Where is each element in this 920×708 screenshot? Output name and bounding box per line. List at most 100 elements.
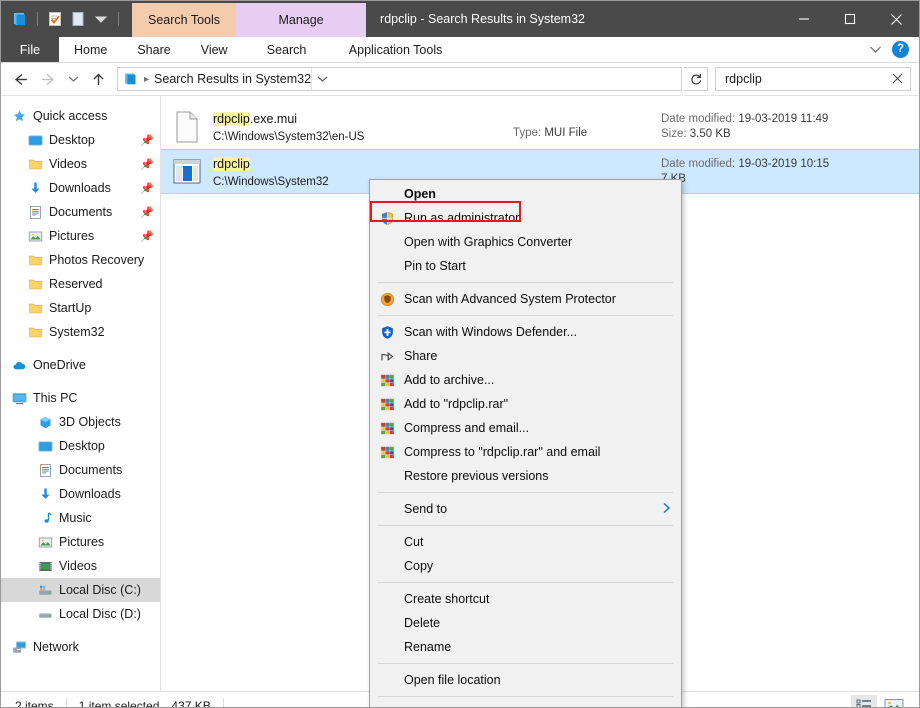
- sidebar-item-pictures-pc[interactable]: Pictures: [1, 530, 160, 554]
- contextual-tab-search-tools[interactable]: Search Tools: [132, 3, 236, 37]
- sidebar-item-pictures-qa[interactable]: Pictures 📌: [1, 224, 160, 248]
- menu-item-add-to-rar[interactable]: Add to "rdpclip.rar": [370, 392, 681, 416]
- orange-shield-icon: [376, 292, 398, 307]
- menu-item-run-as-administrator[interactable]: Run as administrator: [370, 206, 681, 230]
- sidebar-item-this-pc[interactable]: This PC: [1, 386, 160, 410]
- size-value: 3.50 KB: [690, 128, 731, 140]
- ribbon-tab-application-tools[interactable]: Application Tools: [331, 37, 461, 62]
- sidebar-item-startup[interactable]: StartUp: [1, 296, 160, 320]
- winrar-icon: [376, 445, 398, 460]
- new-folder-icon[interactable]: [69, 10, 87, 28]
- this-pc-icon: [11, 390, 27, 406]
- menu-item-share[interactable]: Share: [370, 344, 681, 368]
- search-box[interactable]: [715, 67, 911, 91]
- menu-separator: [378, 315, 673, 316]
- menu-item-label: Compress and email...: [398, 421, 529, 435]
- sidebar-item-label: Documents: [49, 205, 112, 219]
- minimize-button[interactable]: [781, 1, 827, 37]
- ribbon-tab-file[interactable]: File: [1, 37, 59, 62]
- menu-item-scan-with-advanced-system-protector[interactable]: Scan with Advanced System Protector: [370, 287, 681, 311]
- videos-icon: [37, 558, 53, 574]
- sidebar-item-onedrive[interactable]: OneDrive: [1, 353, 160, 377]
- sidebar-item-music[interactable]: Music: [1, 506, 160, 530]
- menu-item-cut[interactable]: Cut: [370, 530, 681, 554]
- search-input[interactable]: [723, 71, 889, 87]
- ribbon-tab-home[interactable]: Home: [59, 37, 122, 62]
- mui-file-icon: [171, 110, 203, 144]
- sidebar-item-network[interactable]: Network: [1, 635, 160, 659]
- sidebar-item-quick-access[interactable]: Quick access: [1, 104, 160, 128]
- file-meta-cell: Date modified: 19-03-2019 11:49 Size: 3.…: [661, 113, 919, 140]
- sidebar-item-3d-objects[interactable]: 3D Objects: [1, 410, 160, 434]
- ribbon-tab-share[interactable]: Share: [122, 37, 185, 62]
- sidebar-item-reserved[interactable]: Reserved: [1, 272, 160, 296]
- sidebar-item-photos-recovery[interactable]: Photos Recovery: [1, 248, 160, 272]
- ribbon-tab-search[interactable]: Search: [243, 37, 331, 62]
- menu-item-scan-with-windows-defender[interactable]: Scan with Windows Defender...: [370, 320, 681, 344]
- selection-size: 437 KB: [171, 699, 222, 708]
- pin-icon[interactable]: 📌: [140, 182, 154, 195]
- file-name-rest: .exe.mui: [250, 112, 297, 126]
- address-path-field[interactable]: ▸ Search Results in System32: [117, 67, 682, 91]
- menu-item-compress-and-email[interactable]: Compress and email...: [370, 416, 681, 440]
- large-icons-view-button[interactable]: [881, 695, 907, 708]
- quick-access-toolbar: [1, 1, 128, 37]
- menu-item-restore-previous-versions[interactable]: Restore previous versions: [370, 464, 681, 488]
- back-arrow-icon[interactable]: [7, 66, 33, 92]
- menu-item-open-with-graphics-converter[interactable]: Open with Graphics Converter: [370, 230, 681, 254]
- sidebar-item-label: Desktop: [49, 133, 95, 147]
- menu-item-create-shortcut[interactable]: Create shortcut: [370, 587, 681, 611]
- menu-item-delete[interactable]: Delete: [370, 611, 681, 635]
- pin-icon[interactable]: 📌: [140, 206, 154, 219]
- menu-item-compress-to-rar-and-email[interactable]: Compress to "rdpclip.rar" and email: [370, 440, 681, 464]
- contextual-tab-manage[interactable]: Manage: [236, 3, 366, 37]
- sidebar-item-downloads-pc[interactable]: Downloads: [1, 482, 160, 506]
- sidebar-item-desktop-pc[interactable]: Desktop: [1, 434, 160, 458]
- navigation-pane[interactable]: Quick access Desktop 📌 Videos 📌: [1, 96, 161, 691]
- menu-separator: [378, 582, 673, 583]
- refresh-icon[interactable]: [684, 67, 708, 91]
- menu-item-label: Restore previous versions: [398, 469, 549, 483]
- pin-icon[interactable]: 📌: [140, 230, 154, 243]
- recent-locations-icon[interactable]: [63, 66, 83, 92]
- menu-item-label: Add to archive...: [398, 373, 494, 387]
- sidebar-item-system32[interactable]: System32: [1, 320, 160, 344]
- address-dropdown-icon[interactable]: [311, 68, 333, 90]
- explorer-icon[interactable]: [11, 10, 29, 28]
- sidebar-item-local-disc-c[interactable]: Local Disc (C:): [1, 578, 160, 602]
- pin-icon[interactable]: 📌: [140, 158, 154, 171]
- menu-item-pin-to-start[interactable]: Pin to Start: [370, 254, 681, 278]
- menu-item-properties[interactable]: Properties: [370, 701, 681, 708]
- clear-search-icon[interactable]: [889, 72, 906, 87]
- properties-icon[interactable]: [46, 10, 64, 28]
- pin-icon[interactable]: 📌: [140, 134, 154, 147]
- menu-item-open[interactable]: Open: [370, 182, 681, 206]
- menu-item-copy[interactable]: Copy: [370, 554, 681, 578]
- sidebar-item-videos-qa[interactable]: Videos 📌: [1, 152, 160, 176]
- address-bar: ▸ Search Results in System32: [1, 63, 919, 95]
- sidebar-item-videos-pc[interactable]: Videos: [1, 554, 160, 578]
- menu-item-label: Copy: [398, 559, 433, 573]
- details-view-button[interactable]: [851, 695, 877, 708]
- ribbon-tab-view[interactable]: View: [186, 37, 243, 62]
- sidebar-item-documents-qa[interactable]: Documents 📌: [1, 200, 160, 224]
- menu-item-send-to[interactable]: Send to: [370, 497, 681, 521]
- menu-item-label: Open: [398, 187, 436, 201]
- maximize-button[interactable]: [827, 1, 873, 37]
- menu-item-open-file-location[interactable]: Open file location: [370, 668, 681, 692]
- close-button[interactable]: [873, 1, 919, 37]
- folder-icon: [27, 252, 43, 268]
- context-menu[interactable]: Open Run as administrator Open with Grap…: [369, 179, 682, 708]
- sidebar-item-local-disc-d[interactable]: Local Disc (D:): [1, 602, 160, 626]
- chevron-down-icon[interactable]: [869, 41, 882, 59]
- sidebar-item-documents-pc[interactable]: Documents: [1, 458, 160, 482]
- up-arrow-icon[interactable]: [85, 66, 111, 92]
- sidebar-item-downloads-qa[interactable]: Downloads 📌: [1, 176, 160, 200]
- table-row[interactable]: rdpclip.exe.mui C:\Windows\System32\en-U…: [161, 104, 919, 149]
- sidebar-item-desktop[interactable]: Desktop 📌: [1, 128, 160, 152]
- help-button[interactable]: ?: [892, 41, 909, 58]
- menu-item-rename[interactable]: Rename: [370, 635, 681, 659]
- menu-item-add-to-archive[interactable]: Add to archive...: [370, 368, 681, 392]
- menu-item-label: Open file location: [398, 673, 501, 687]
- customize-dropdown-icon[interactable]: [92, 10, 110, 28]
